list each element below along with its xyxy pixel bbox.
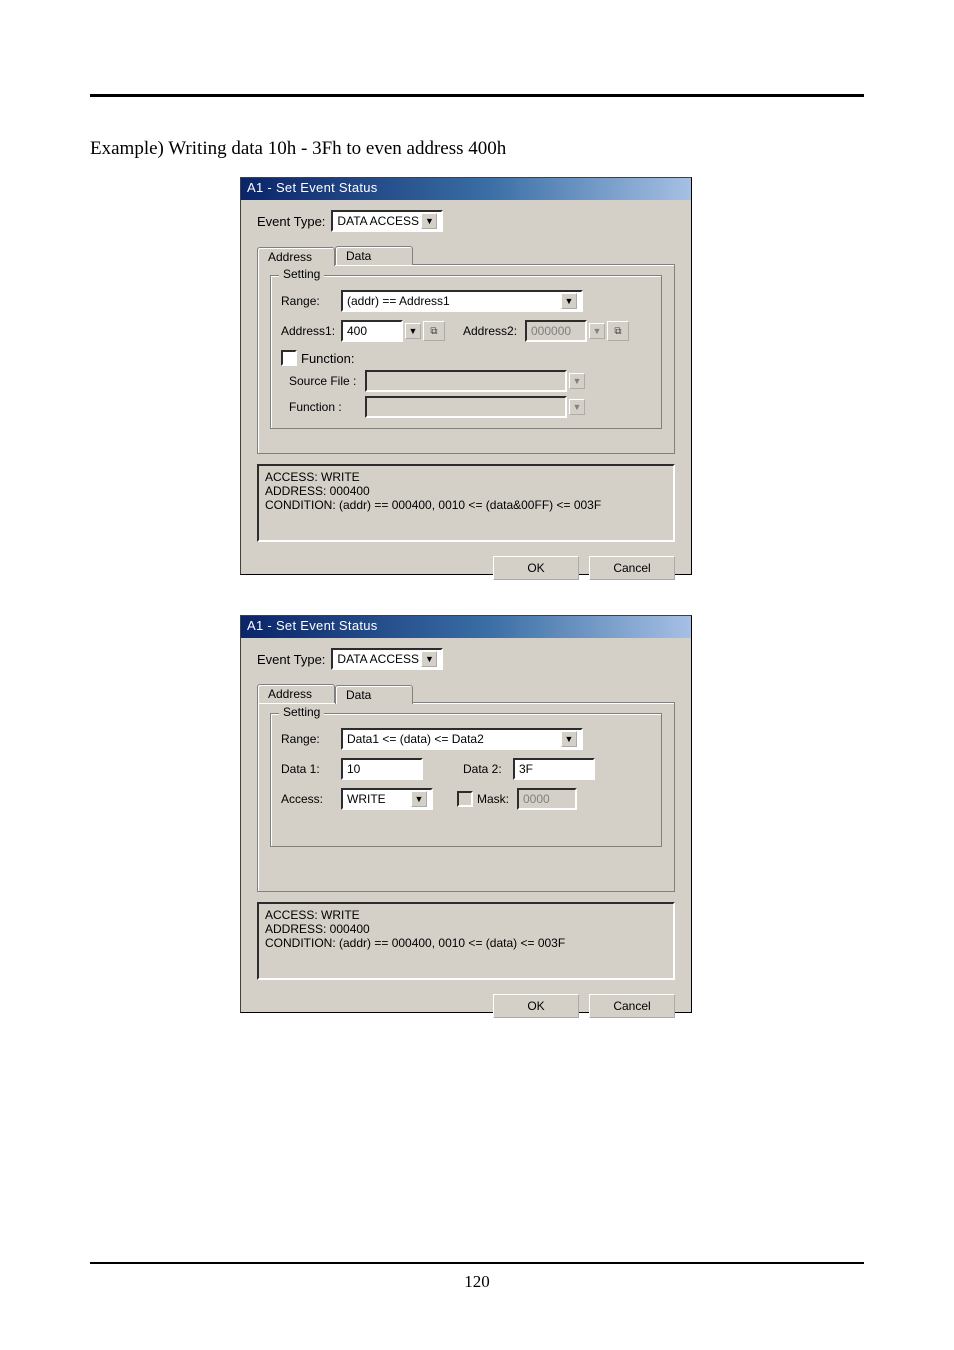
data2-label: Data 2: [463, 762, 513, 776]
function-label: Function : [289, 400, 365, 414]
event-type-value: DATA ACCESS [337, 214, 419, 228]
bottom-rule [90, 1262, 864, 1264]
dialog-buttons: OK Cancel [241, 980, 691, 1018]
chevron-down-icon: ▼ [569, 373, 585, 389]
source-file-input [365, 370, 567, 392]
setting-group: Setting Range: (addr) == Address1 ▼ Addr… [270, 275, 662, 429]
status-output: ACCESS: WRITE ADDRESS: 000400 CONDITION:… [257, 464, 675, 542]
cancel-button[interactable]: Cancel [589, 994, 675, 1018]
setting-legend: Setting [279, 705, 324, 719]
event-type-label: Event Type: [257, 652, 325, 667]
browse-icon[interactable]: ⧉ [423, 321, 445, 341]
chevron-down-icon: ▼ [421, 651, 437, 667]
event-type-combo[interactable]: DATA ACCESS ▼ [331, 210, 443, 232]
dialog-address: A1 - Set Event Status Event Type: DATA A… [240, 177, 692, 575]
address1-input[interactable]: 400 [341, 320, 403, 342]
function-chk-label: Function: [301, 351, 354, 366]
setting-legend: Setting [279, 267, 324, 281]
setting-group: Setting Range: Data1 <= (data) <= Data2 … [270, 713, 662, 847]
tab-data[interactable]: Data [335, 246, 413, 265]
access-value: WRITE [347, 792, 386, 806]
access-combo[interactable]: WRITE ▼ [341, 788, 433, 810]
range-combo[interactable]: (addr) == Address1 ▼ [341, 290, 583, 312]
function-checkbox[interactable] [281, 350, 297, 366]
event-type-combo[interactable]: DATA ACCESS ▼ [331, 648, 443, 670]
dialog-title: A1 - Set Event Status [241, 178, 691, 200]
data1-input[interactable]: 10 [341, 758, 423, 780]
source-file-label: Source File : [289, 374, 365, 388]
tab-address[interactable]: Address [257, 247, 335, 266]
mask-checkbox[interactable] [457, 791, 473, 807]
event-type-value: DATA ACCESS [337, 652, 419, 666]
tab-address[interactable]: Address [257, 684, 335, 703]
browse-icon: ⧉ [607, 321, 629, 341]
tabstrip: Address Data [257, 246, 675, 265]
tabstrip: Address Data [257, 684, 675, 703]
data2-input[interactable]: 3F [513, 758, 595, 780]
address2-input: 000000 [525, 320, 587, 342]
range-value: Data1 <= (data) <= Data2 [347, 732, 484, 746]
chevron-down-icon: ▼ [569, 399, 585, 415]
range-combo[interactable]: Data1 <= (data) <= Data2 ▼ [341, 728, 583, 750]
data1-label: Data 1: [281, 762, 341, 776]
chevron-down-icon[interactable]: ▼ [405, 323, 421, 339]
range-value: (addr) == Address1 [347, 294, 450, 308]
cancel-button[interactable]: Cancel [589, 556, 675, 580]
status-output: ACCESS: WRITE ADDRESS: 000400 CONDITION:… [257, 902, 675, 980]
function-input [365, 396, 567, 418]
chevron-down-icon: ▼ [561, 293, 577, 309]
chevron-down-icon: ▼ [561, 731, 577, 747]
access-label: Access: [281, 792, 341, 806]
tab-data[interactable]: Data [335, 685, 413, 704]
range-label: Range: [281, 294, 341, 308]
page-number: 120 [0, 1272, 954, 1292]
event-type-row: Event Type: DATA ACCESS ▼ [241, 200, 691, 232]
event-type-label: Event Type: [257, 214, 325, 229]
example-caption: Example) Writing data 10h - 3Fh to even … [90, 138, 506, 160]
data-panel: Setting Range: Data1 <= (data) <= Data2 … [257, 702, 675, 892]
dialog-title: A1 - Set Event Status [241, 616, 691, 638]
chevron-down-icon: ▼ [411, 791, 427, 807]
dialog-data: A1 - Set Event Status Event Type: DATA A… [240, 615, 692, 1013]
ok-button[interactable]: OK [493, 994, 579, 1018]
dialog-buttons: OK Cancel [241, 542, 691, 580]
address1-label: Address1: [281, 324, 341, 338]
chevron-down-icon: ▼ [589, 323, 605, 339]
mask-label: Mask: [477, 792, 517, 806]
top-rule [90, 94, 864, 97]
tab-container: Address Data Setting Range: (addr) == Ad… [257, 246, 675, 454]
event-type-row: Event Type: DATA ACCESS ▼ [241, 638, 691, 670]
mask-input: 0000 [517, 788, 577, 810]
address2-label: Address2: [463, 324, 525, 338]
address-panel: Setting Range: (addr) == Address1 ▼ Addr… [257, 264, 675, 454]
tab-container: Address Data Setting Range: Data1 <= (da… [257, 684, 675, 892]
ok-button[interactable]: OK [493, 556, 579, 580]
chevron-down-icon: ▼ [421, 213, 437, 229]
range-label: Range: [281, 732, 341, 746]
